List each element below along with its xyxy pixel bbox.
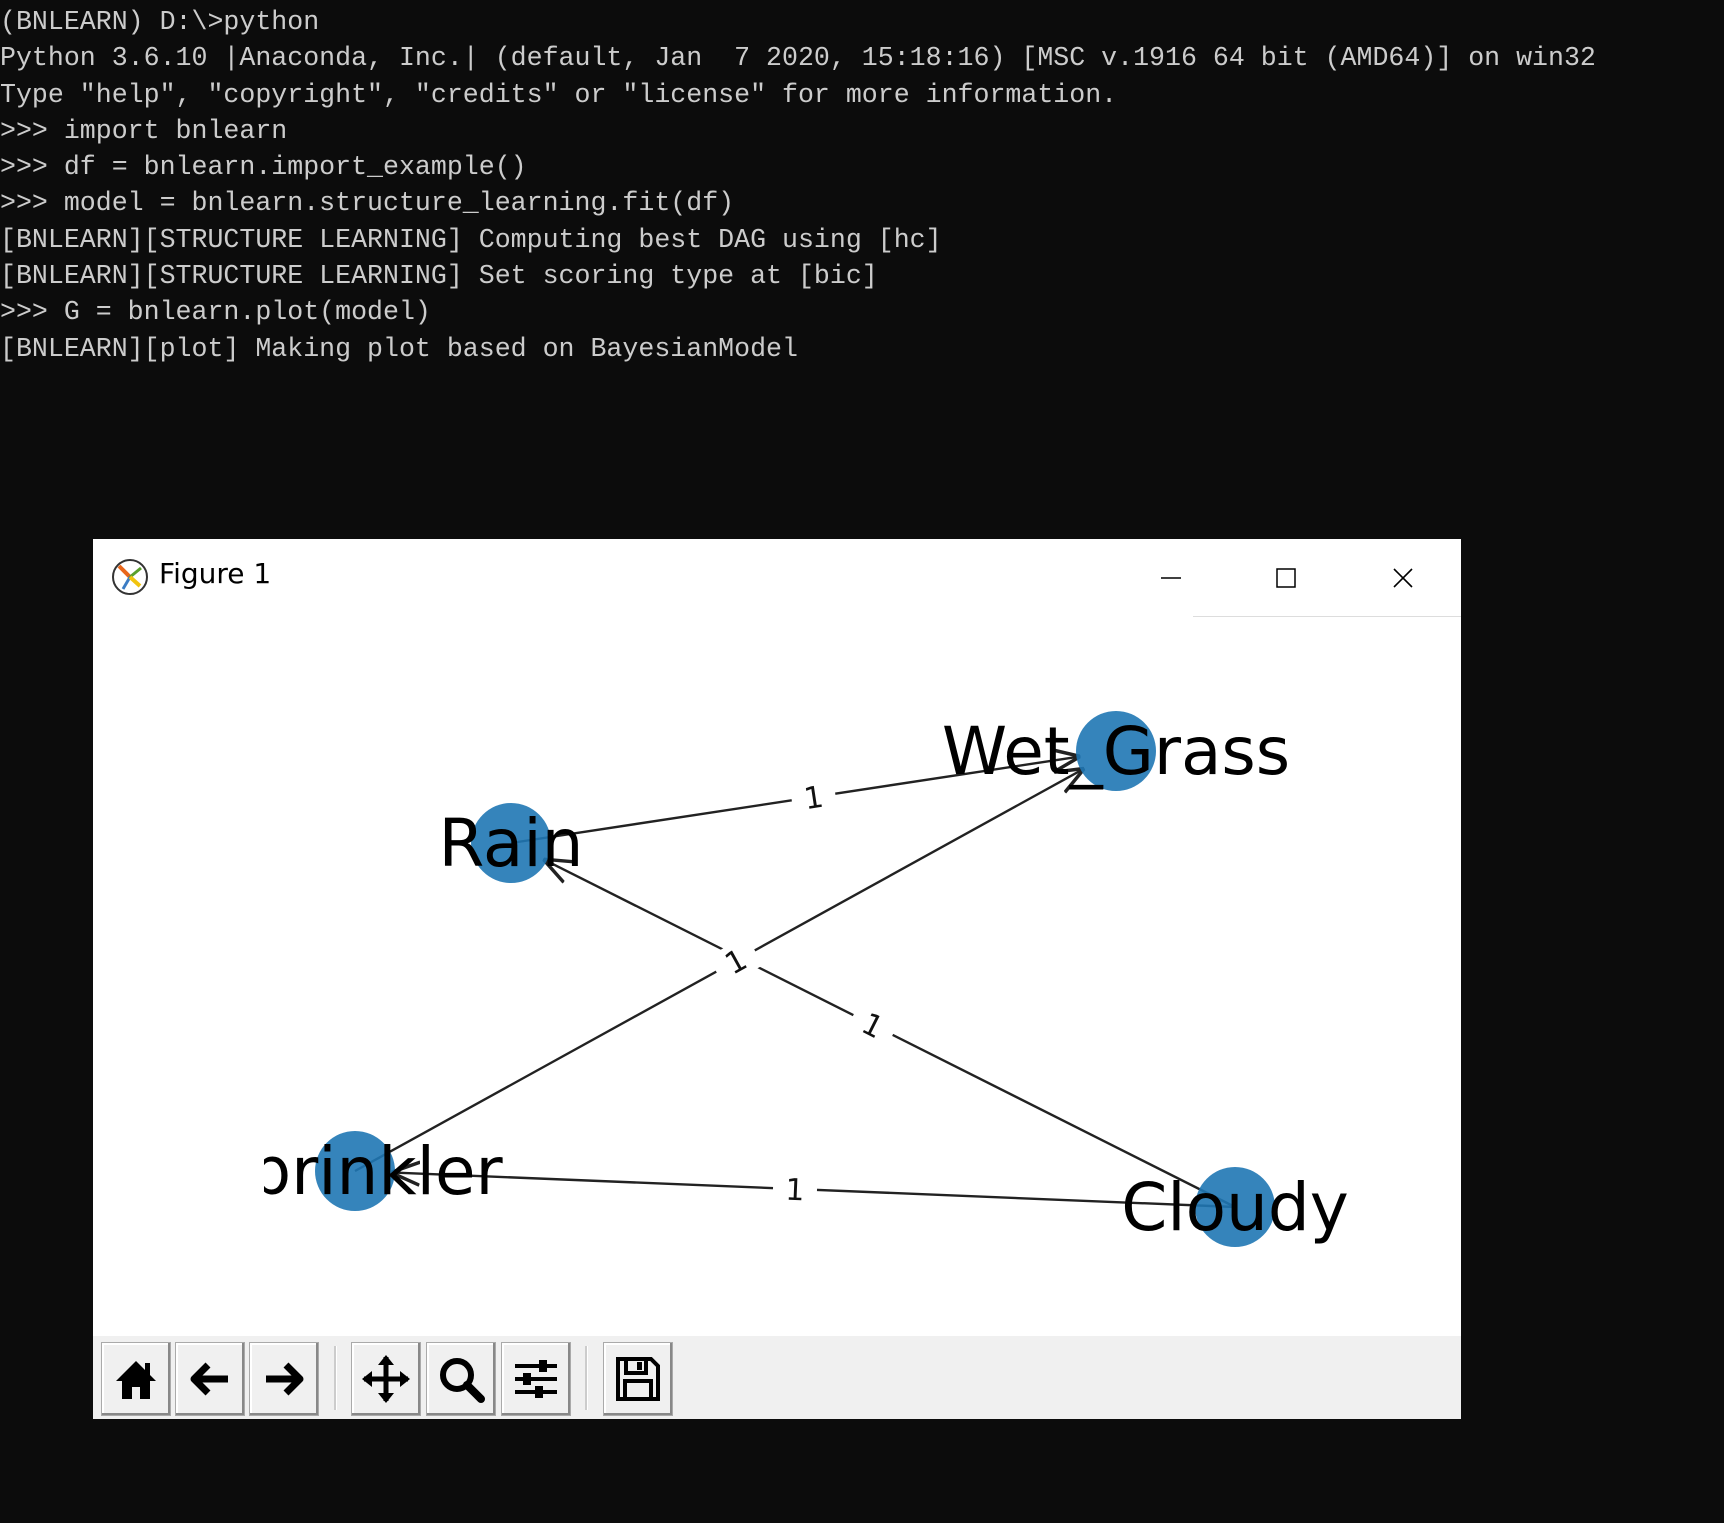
forward-icon — [266, 1362, 304, 1396]
navigation-toolbar — [93, 1336, 1461, 1419]
minimize-button[interactable] — [1113, 539, 1228, 616]
graph-canvas[interactable]: Wet_Grass Rain Sprinkler Cloudy 1 1 1 1 — [93, 616, 1461, 1336]
terminal-line: >>> df = bnlearn.import_example() — [0, 152, 527, 183]
close-button[interactable] — [1345, 539, 1460, 616]
edge-label-group: 1 — [789, 776, 838, 817]
edge-label-group: 1 — [845, 999, 901, 1051]
terminal-line: [BNLEARN][STRUCTURE LEARNING] Set scorin… — [0, 261, 878, 292]
node-label: Cloudy — [1121, 1169, 1349, 1246]
configure-subplots-button[interactable] — [501, 1342, 571, 1416]
back-button[interactable] — [175, 1342, 245, 1416]
figure-window: Figure 1 Wet_Grass Rain Sprinkler Cloudy 1 1… — [93, 539, 1461, 1419]
zoom-button[interactable] — [426, 1342, 496, 1416]
terminal-line: >>> import bnlearn — [0, 115, 288, 146]
save-button[interactable] — [603, 1342, 673, 1416]
terminal-line: >>> model = bnlearn.structure_learning.f… — [0, 188, 735, 219]
terminal-line: >>> G = bnlearn.plot(model) — [0, 297, 431, 328]
home-icon — [116, 1361, 156, 1399]
home-button[interactable] — [101, 1342, 171, 1416]
edge-label-group: 1 — [772, 1171, 818, 1209]
terminal-line: [BNLEARN][plot] Making plot based on Bay… — [0, 333, 798, 364]
edge-label-group: 1 — [708, 935, 763, 987]
maximize-button[interactable] — [1228, 539, 1343, 616]
toolbar-separator — [334, 1346, 337, 1410]
save-icon — [616, 1357, 660, 1401]
pan-icon — [362, 1355, 410, 1403]
title-bar[interactable]: Figure 1 — [93, 539, 1461, 617]
back-icon — [190, 1362, 228, 1396]
terminal-line: Python 3.6.10 |Anaconda, Inc.| (default,… — [0, 43, 1596, 74]
terminal-line: Type "help", "copyright", "credits" or "… — [0, 79, 1118, 110]
close-icon — [1392, 567, 1413, 588]
terminal-output: (BNLEARN) D:\>python Python 3.6.10 |Anaco… — [0, 4, 1596, 367]
node-label: Wet_Grass — [942, 713, 1290, 790]
node-label: Rain — [438, 805, 583, 882]
matplotlib-logo-icon — [112, 559, 148, 595]
window-title: Figure 1 — [159, 557, 272, 590]
forward-button[interactable] — [249, 1342, 319, 1416]
terminal-line: [BNLEARN][STRUCTURE LEARNING] Computing … — [0, 224, 942, 255]
configure-subplots-icon — [515, 1360, 557, 1398]
minimize-icon — [1160, 576, 1181, 579]
terminal-line: (BNLEARN) D:\>python — [0, 7, 320, 37]
maximize-icon — [1275, 567, 1296, 588]
edge-label: 1 — [785, 1173, 806, 1209]
pan-button[interactable] — [351, 1342, 421, 1416]
node-label: Sprinkler — [207, 1133, 503, 1210]
toolbar-separator — [585, 1346, 588, 1410]
zoom-icon — [440, 1358, 485, 1403]
